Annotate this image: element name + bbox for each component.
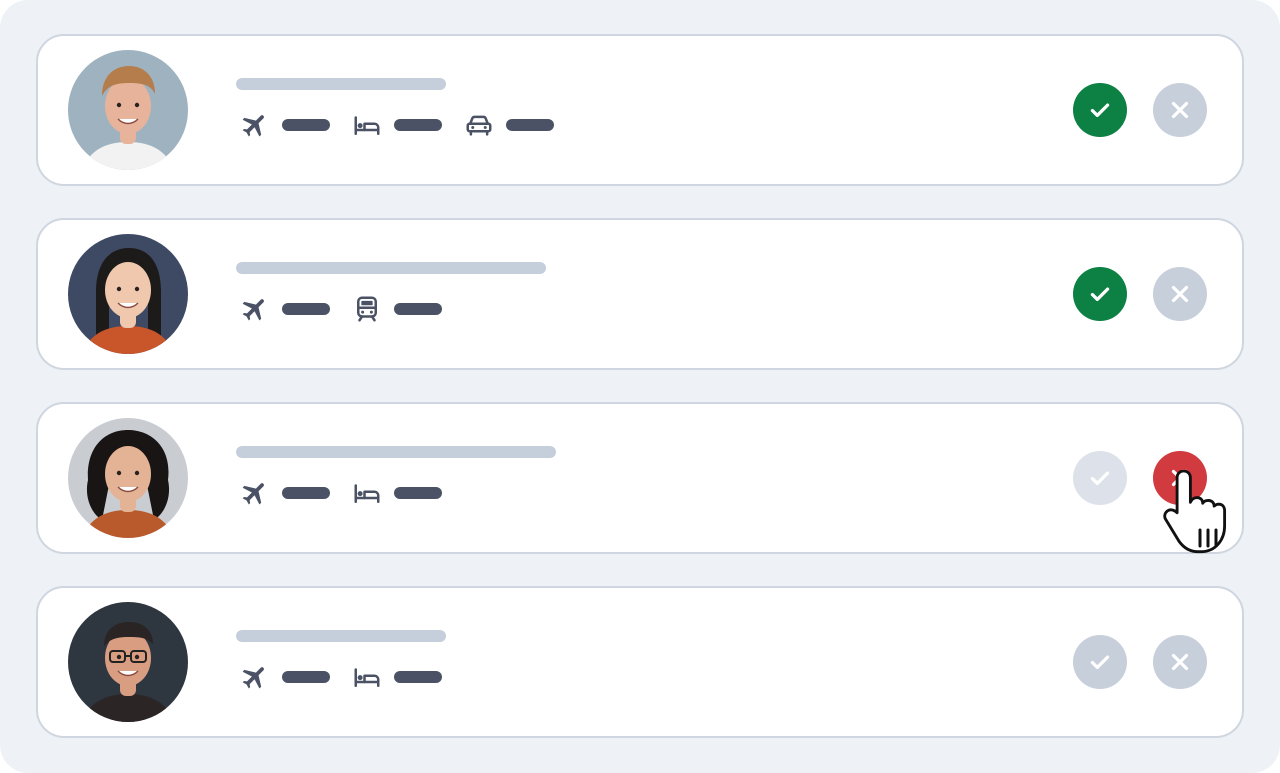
detail-placeholder-bar — [282, 487, 330, 499]
bed-icon — [352, 478, 382, 508]
name-placeholder-bar — [236, 446, 556, 458]
approve-button[interactable] — [1073, 635, 1127, 689]
decline-button[interactable] — [1153, 451, 1207, 505]
detail-placeholder-bar — [282, 671, 330, 683]
approve-button[interactable] — [1073, 83, 1127, 137]
travel-detail-item — [464, 110, 554, 140]
decline-button[interactable] — [1153, 635, 1207, 689]
travel-detail-item — [240, 662, 330, 692]
approve-button[interactable] — [1073, 451, 1127, 505]
travel-detail-item — [240, 478, 330, 508]
decline-button[interactable] — [1153, 83, 1207, 137]
name-placeholder-bar — [236, 630, 446, 642]
travel-detail-item — [352, 478, 442, 508]
detail-placeholder-bar — [394, 303, 442, 315]
approve-button[interactable] — [1073, 267, 1127, 321]
travel-details — [240, 294, 464, 324]
check-icon — [1090, 655, 1110, 670]
detail-placeholder-bar — [394, 119, 442, 131]
detail-placeholder-bar — [506, 119, 554, 131]
name-placeholder-bar — [236, 78, 446, 90]
plane-icon — [240, 662, 270, 692]
travel-details — [240, 478, 464, 508]
request-card — [36, 586, 1244, 738]
travel-detail-item — [240, 110, 330, 140]
travel-details — [240, 110, 576, 140]
detail-placeholder-bar — [394, 671, 442, 683]
travel-detail-item — [240, 294, 330, 324]
plane-icon — [240, 294, 270, 324]
detail-placeholder-bar — [394, 487, 442, 499]
avatar — [68, 602, 188, 722]
avatar — [68, 234, 188, 354]
close-icon — [1171, 653, 1189, 671]
car-icon — [464, 110, 494, 140]
plane-icon — [240, 110, 270, 140]
request-card — [36, 218, 1244, 370]
avatar — [68, 418, 188, 538]
check-icon — [1090, 287, 1110, 302]
travel-detail-item — [352, 662, 442, 692]
check-icon — [1090, 471, 1110, 486]
travel-detail-item — [352, 294, 442, 324]
bed-icon — [352, 110, 382, 140]
decline-button[interactable] — [1153, 267, 1207, 321]
name-placeholder-bar — [236, 262, 546, 274]
request-card — [36, 34, 1244, 186]
bed-icon — [352, 662, 382, 692]
plane-icon — [240, 478, 270, 508]
travel-details — [240, 662, 464, 692]
close-icon — [1171, 285, 1189, 303]
detail-placeholder-bar — [282, 303, 330, 315]
approval-list-panel — [0, 0, 1280, 773]
request-card — [36, 402, 1244, 554]
close-icon — [1171, 469, 1189, 487]
close-icon — [1171, 101, 1189, 119]
train-icon — [352, 294, 382, 324]
check-icon — [1090, 103, 1110, 118]
detail-placeholder-bar — [282, 119, 330, 131]
avatar — [68, 50, 188, 170]
travel-detail-item — [352, 110, 442, 140]
